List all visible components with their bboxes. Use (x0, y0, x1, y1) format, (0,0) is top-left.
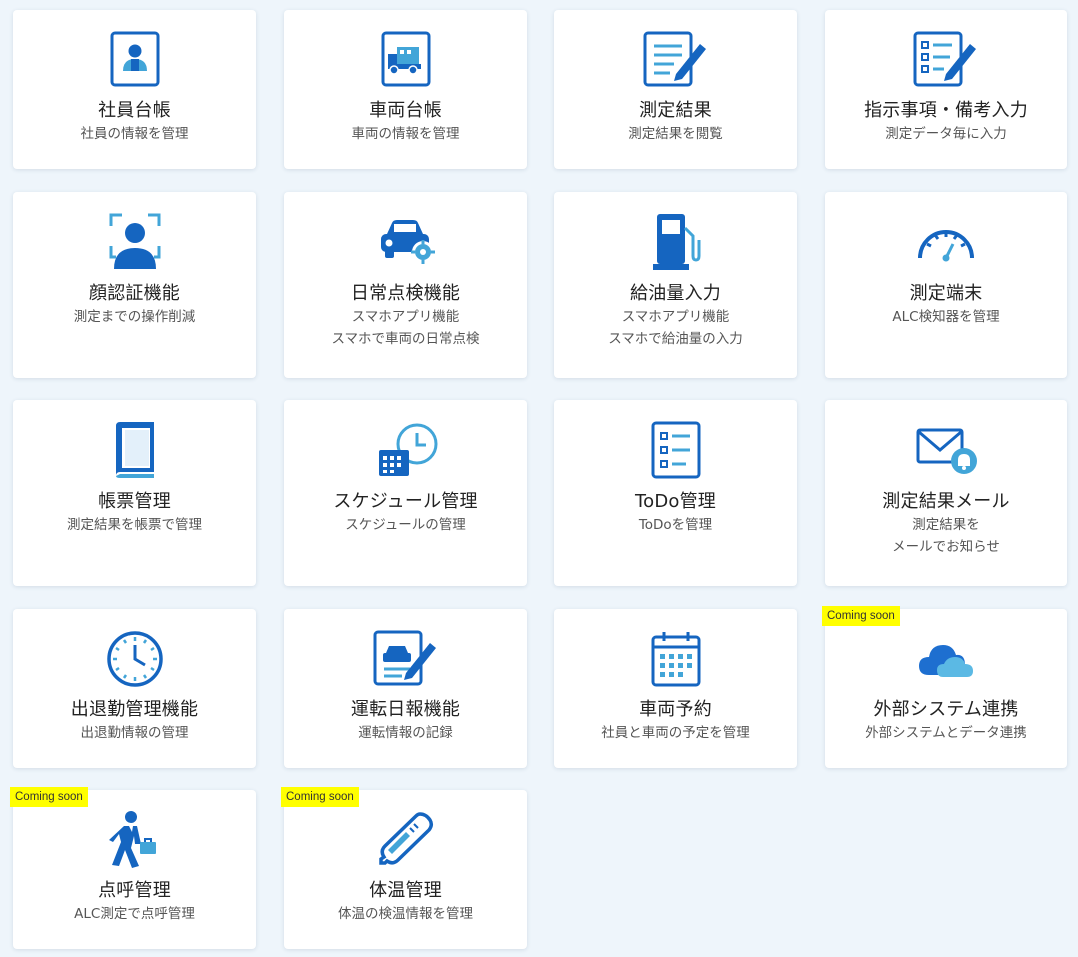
card-description: 社員の情報を管理 (80, 126, 189, 142)
card-measurement-results[interactable]: 測定結果 測定結果を閲覧 (554, 10, 797, 169)
card-report-management[interactable]: 帳票管理 測定結果を帳票で管理 (13, 400, 256, 586)
card-face-recognition[interactable]: 顔認証機能 測定までの操作削減 (13, 192, 256, 378)
card-title: 車両予約 (639, 699, 712, 720)
card-title: 帳票管理 (98, 491, 171, 512)
card-todo-management[interactable]: ToDo管理 ToDoを管理 (554, 400, 797, 586)
car-gear-icon (284, 212, 527, 270)
walking-person-icon (13, 810, 256, 870)
gauge-icon (825, 212, 1067, 270)
card-description: 測定までの操作削減 (73, 309, 196, 325)
card-measurement-terminal[interactable]: 測定端末 ALC検知器を管理 (825, 192, 1067, 378)
card-description: 社員と車両の予定を管理 (601, 725, 750, 741)
card-title: 出退勤管理機能 (70, 699, 199, 720)
card-title: 給油量入力 (630, 283, 721, 304)
card-description: スマホアプリ機能 スマホで給油量の入力 (608, 309, 743, 347)
card-attendance-management[interactable]: 出退勤管理機能 出退勤情報の管理 (13, 609, 256, 768)
checklist-icon (554, 420, 797, 480)
card-title: 測定端末 (909, 283, 983, 304)
mail-bell-icon (825, 420, 1067, 478)
card-vehicle-reservation[interactable]: 車両予約 社員と車両の予定を管理 (554, 609, 797, 768)
card-external-integration[interactable]: Coming soon 外部システム連携 外部システムとデータ連携 (822, 606, 1067, 768)
car-report-edit-icon (284, 629, 527, 687)
card-employee-ledger[interactable]: 社員台帳 社員の情報を管理 (13, 10, 256, 169)
card-description: 外部システムとデータ連携 (865, 725, 1027, 741)
card-title: 点呼管理 (98, 880, 171, 901)
calendar-clock-icon (284, 420, 527, 480)
card-title: 車両台帳 (369, 100, 442, 121)
calendar-icon (554, 629, 797, 689)
thermometer-icon (284, 810, 527, 870)
coming-soon-badge: Coming soon (281, 787, 359, 807)
card-roll-call[interactable]: Coming soon 点呼管理 ALC測定で点呼管理 (10, 787, 256, 949)
card-driving-report[interactable]: 運転日報機能 運転情報の記録 (284, 609, 527, 768)
card-description: 出退勤情報の管理 (80, 725, 189, 741)
card-result-email[interactable]: 測定結果メール 測定結果を メールでお知らせ (825, 400, 1067, 586)
card-instructions-notes[interactable]: 指示事項・備考入力 測定データ毎に入力 (825, 10, 1067, 169)
card-description: 運転情報の記録 (358, 725, 453, 741)
card-title: ToDo管理 (634, 491, 717, 512)
card-description: ALC検知器を管理 (892, 309, 1000, 325)
card-fuel-input[interactable]: 給油量入力 スマホアプリ機能 スマホで給油量の入力 (554, 192, 797, 378)
card-title: スケジュール管理 (333, 491, 478, 512)
cloud-icon (825, 629, 1067, 687)
card-description: ALC測定で点呼管理 (74, 906, 195, 922)
card-description: 体温の検温情報を管理 (338, 906, 473, 922)
clock-icon (13, 629, 256, 689)
card-description: スケジュールの管理 (345, 517, 466, 533)
card-schedule-management[interactable]: スケジュール管理 スケジュールの管理 (284, 400, 527, 586)
card-title: 運転日報機能 (350, 699, 461, 720)
fuel-pump-icon (554, 212, 797, 272)
card-temperature-management[interactable]: Coming soon 体温管理 体温の検温情報を管理 (281, 787, 527, 949)
card-title: 顔認証機能 (89, 283, 180, 304)
coming-soon-badge: Coming soon (10, 787, 88, 807)
card-description: ToDoを管理 (638, 517, 713, 533)
card-title: 測定結果メール (882, 491, 1010, 512)
card-description: 測定結果を閲覧 (628, 126, 723, 142)
employee-ledger-icon (13, 30, 256, 88)
card-title: 体温管理 (369, 880, 442, 901)
card-title: 日常点検機能 (350, 283, 461, 304)
card-description: スマホアプリ機能 スマホで車両の日常点検 (331, 309, 480, 347)
checklist-edit-icon (825, 30, 1067, 88)
card-description: 測定結果を メールでお知らせ (892, 517, 1000, 555)
card-description: 車両の情報を管理 (351, 126, 460, 142)
vehicle-ledger-icon (284, 30, 527, 88)
card-title: 社員台帳 (98, 100, 171, 121)
document-edit-icon (554, 30, 797, 88)
book-icon (13, 420, 256, 480)
card-title: 外部システム連携 (873, 699, 1019, 720)
face-recognition-icon (13, 212, 256, 270)
card-title: 測定結果 (639, 100, 712, 121)
coming-soon-badge: Coming soon (822, 606, 900, 626)
card-vehicle-ledger[interactable]: 車両台帳 車両の情報を管理 (284, 10, 527, 169)
card-title: 指示事項・備考入力 (864, 100, 1028, 121)
card-description: 測定結果を帳票で管理 (67, 517, 202, 533)
card-daily-inspection[interactable]: 日常点検機能 スマホアプリ機能 スマホで車両の日常点検 (284, 192, 527, 378)
card-description: 測定データ毎に入力 (885, 126, 1007, 142)
